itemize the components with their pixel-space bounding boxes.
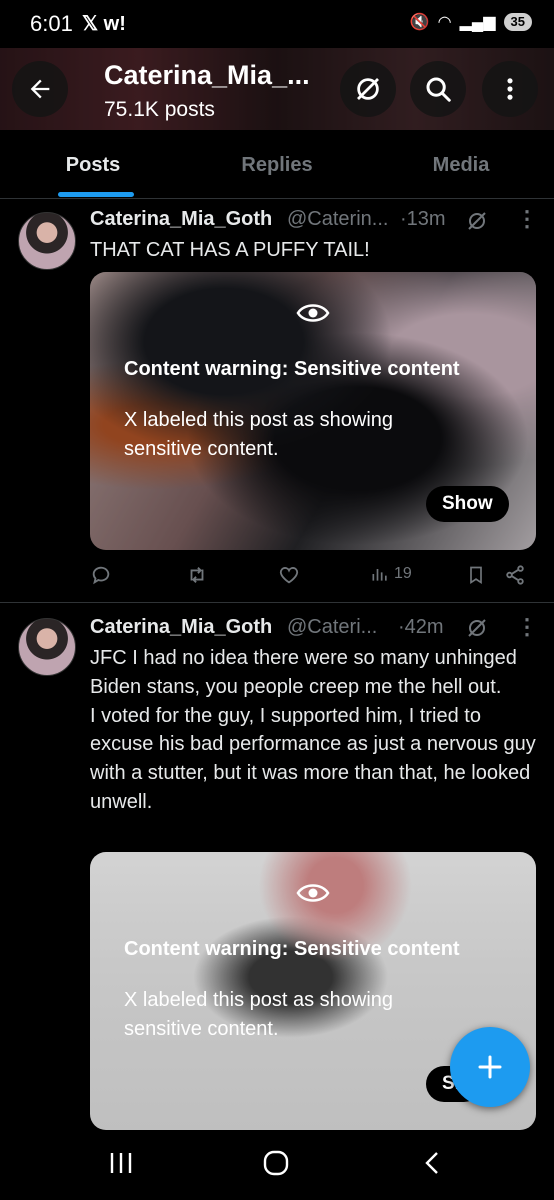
compose-button[interactable] (450, 1027, 530, 1107)
grok-icon[interactable] (465, 616, 489, 640)
author-name[interactable]: Caterina_Mia_Goth (90, 208, 272, 231)
grok-button[interactable] (340, 61, 396, 117)
post-time: ·13m (400, 208, 446, 230)
views-button[interactable]: 19 (370, 564, 412, 584)
bookmark-button[interactable] (466, 564, 486, 586)
warning-description: X labeled this post as showing sensitive… (124, 989, 394, 1040)
grok-icon[interactable] (465, 209, 489, 233)
post-count: 75.1K posts (104, 98, 215, 121)
views-count: 19 (394, 565, 412, 582)
search-button[interactable] (410, 61, 466, 117)
author-name[interactable]: Caterina_Mia_Goth (90, 616, 272, 639)
back-arrow-icon (30, 79, 50, 99)
post-item[interactable]: Caterina_Mia_Goth @Caterin... ·13m ⋮ THA… (0, 198, 554, 604)
post-more-icon[interactable]: ⋮ (516, 206, 538, 232)
repost-icon (190, 567, 204, 583)
status-right-icons: 🔇 ◠ ▂▄▆ 35 (410, 12, 532, 32)
plus-icon (478, 1055, 502, 1079)
more-options-button[interactable] (482, 61, 538, 117)
back-button[interactable] (12, 61, 68, 117)
post-more-icon[interactable]: ⋮ (516, 614, 538, 640)
warning-title: Content warning: Sensitive content (124, 358, 460, 380)
tab-media[interactable]: Media (433, 154, 490, 177)
like-button[interactable] (278, 564, 300, 586)
home-icon[interactable] (262, 1150, 290, 1176)
signal-icon: ▂▄▆ (459, 14, 496, 31)
back-nav-icon[interactable] (420, 1150, 444, 1176)
heart-icon (279, 567, 299, 584)
search-icon (426, 77, 451, 102)
reply-icon (92, 566, 110, 585)
author-handle: @Cateri... (287, 616, 378, 638)
profile-header: Caterina_Mia_... 75.1K posts (0, 48, 554, 130)
bookmark-icon (470, 566, 482, 585)
battery-icon: 35 (503, 13, 532, 31)
post-text: JFC I had no idea there were so many unh… (90, 647, 536, 813)
share-icon (506, 565, 524, 585)
post-time: ·42m (398, 616, 444, 638)
sensitive-media[interactable]: Content warning: Sensitive content X lab… (90, 272, 536, 550)
post-actions: 19 (90, 564, 530, 594)
tab-posts[interactable]: Posts (66, 154, 120, 177)
grok-icon (357, 78, 379, 100)
show-button[interactable]: Show (426, 486, 509, 522)
avatar[interactable] (18, 212, 76, 270)
views-icon (372, 569, 387, 581)
eye-icon (296, 884, 330, 902)
reply-button[interactable] (90, 564, 112, 586)
status-bar: 6:01 𝕏 w! 🔇 ◠ ▂▄▆ 35 (0, 0, 554, 48)
wifi-icon: ◠ (437, 14, 452, 31)
author-handle: @Caterin... (287, 208, 389, 230)
post-text: THAT CAT HAS A PUFFY TAIL! (90, 239, 370, 261)
active-tab-indicator (58, 192, 134, 197)
status-app-icons: 𝕏 w! (82, 13, 126, 35)
warning-description: X labeled this post as showing sensitive… (124, 409, 394, 460)
tab-replies[interactable]: Replies (241, 154, 312, 177)
status-time: 6:01 (30, 11, 73, 36)
eye-icon (296, 304, 330, 322)
profile-tabs: Posts Replies Media (0, 130, 554, 199)
post-divider (0, 602, 554, 603)
repost-button[interactable] (185, 564, 209, 586)
mute-icon: 🔇 (409, 14, 430, 31)
recent-apps-icon[interactable] (108, 1150, 134, 1176)
vertical-dots-icon (507, 78, 513, 100)
system-nav-bar (0, 1130, 554, 1200)
page-title: Caterina_Mia_... (104, 60, 310, 90)
avatar[interactable] (18, 618, 76, 676)
share-button[interactable] (504, 564, 526, 586)
warning-title: Content warning: Sensitive content (124, 938, 460, 960)
